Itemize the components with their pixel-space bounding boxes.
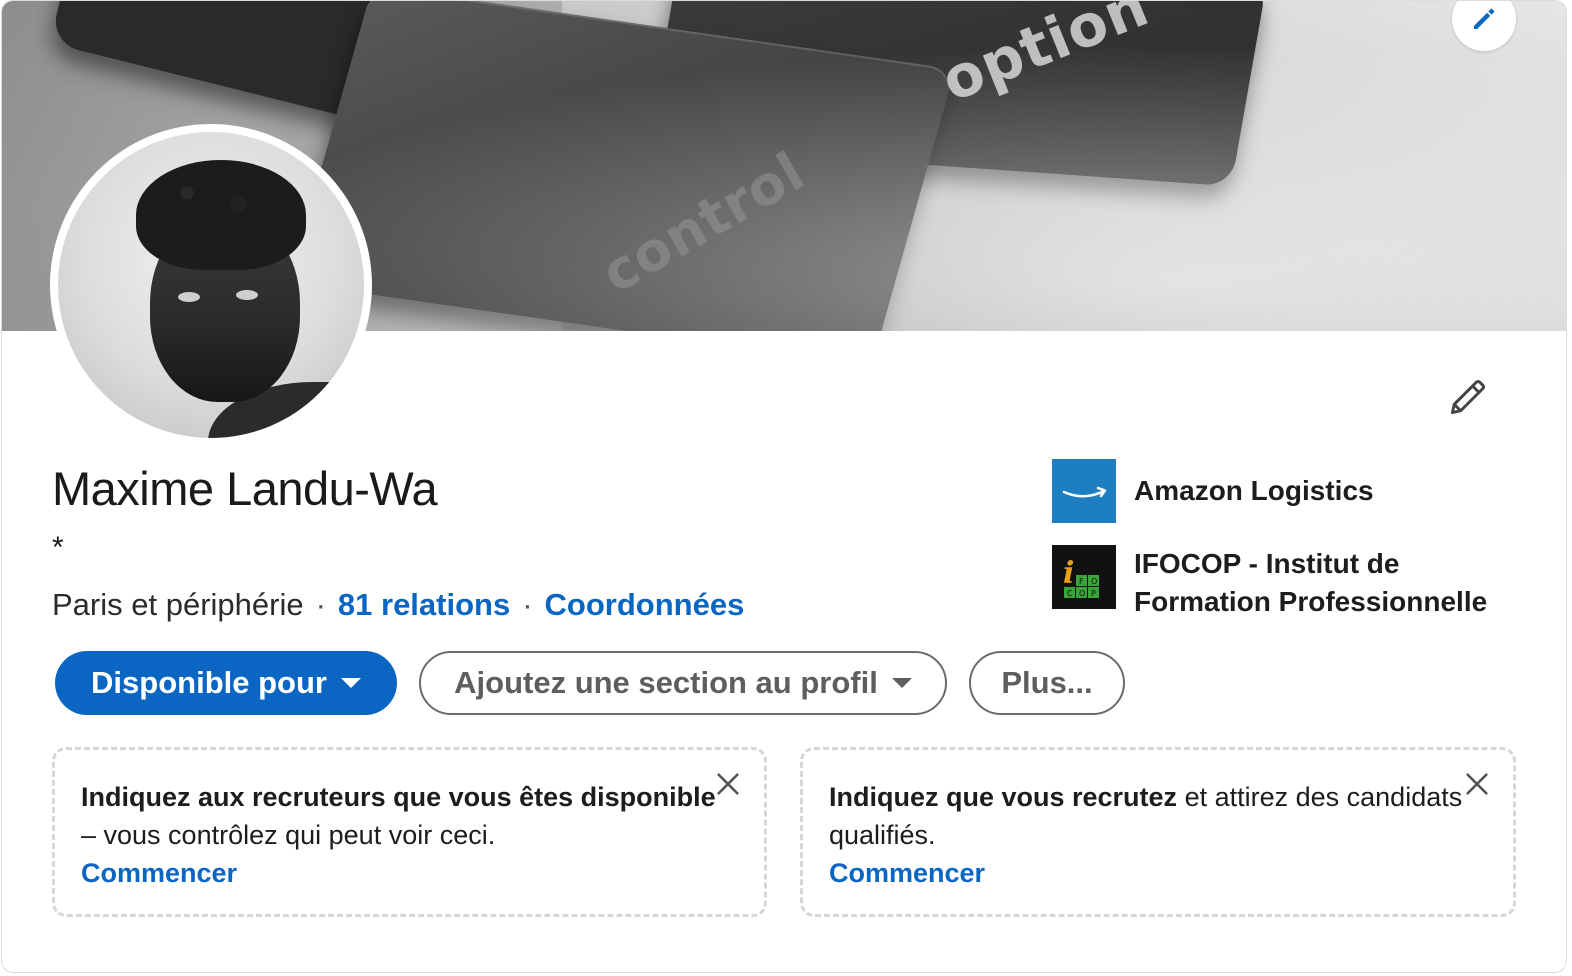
separator-dot: · (522, 587, 533, 622)
profile-card: control option Maxime Landu-Wa * Paris e… (1, 0, 1567, 973)
add-profile-section-button[interactable]: Ajoutez une section au profil (419, 651, 947, 715)
prompt-text: – vous contrôlez qui peut voir ceci. (81, 820, 496, 850)
avatar-photo (58, 132, 364, 438)
open-to-label: Disponible pour (91, 665, 327, 700)
svg-text:i: i (1063, 556, 1074, 591)
dismiss-prompt-button[interactable] (710, 766, 746, 802)
experience-school-name: IFOCOP - Institut de Formation Professio… (1134, 548, 1488, 617)
get-started-link[interactable]: Commencer (829, 854, 1487, 892)
open-to-button[interactable]: Disponible pour (55, 651, 397, 715)
prompt-bold-text: Indiquez aux recruteurs que vous êtes di… (81, 782, 716, 812)
avatar-eye-left (178, 292, 200, 302)
profile-name: Maxime Landu-Wa (52, 462, 438, 515)
contact-info-link[interactable]: Coordonnées (545, 587, 745, 622)
separator-dot: · (315, 587, 326, 622)
dismiss-prompt-button[interactable] (1459, 766, 1495, 802)
edit-icon (1450, 379, 1486, 415)
ifocop-logo: i F O C O P (1052, 545, 1116, 609)
caret-down-icon (891, 678, 912, 688)
profile-location-line: Paris et périphérie · 81 relations · Coordon… (52, 587, 744, 623)
get-started-link[interactable]: Commencer (81, 854, 738, 892)
add-profile-section-label: Ajoutez une section au profil (454, 665, 878, 700)
profile-headline: * (52, 531, 64, 564)
svg-text:C: C (1067, 589, 1073, 598)
experience-list: Amazon Logistics i F O C O P IFOCOP - In… (1052, 459, 1532, 643)
amazon-logo (1052, 459, 1116, 523)
experience-company-name: Amazon Logistics (1134, 475, 1374, 506)
open-to-work-prompt: Indiquez aux recruteurs que vous êtes di… (52, 747, 767, 917)
profile-location: Paris et périphérie (52, 587, 304, 622)
close-icon (717, 773, 739, 795)
avatar[interactable] (50, 124, 372, 446)
prompt-bold-text: Indiquez que vous recrutez (829, 782, 1178, 812)
more-label: Plus... (1001, 665, 1093, 700)
avatar-hair (136, 160, 306, 270)
svg-text:O: O (1079, 589, 1085, 598)
close-icon (1466, 773, 1488, 795)
svg-text:P: P (1091, 589, 1096, 598)
svg-text:O: O (1091, 577, 1097, 586)
connections-link[interactable]: 81 relations (338, 587, 510, 622)
pencil-icon (1474, 8, 1495, 29)
caret-down-icon (340, 678, 361, 688)
avatar-eye-right (236, 290, 258, 300)
edit-intro-button[interactable] (1442, 371, 1494, 423)
experience-item-amazon[interactable]: Amazon Logistics (1052, 459, 1532, 523)
experience-item-ifocop[interactable]: i F O C O P IFOCOP - Institut de Formati… (1052, 545, 1532, 621)
more-button[interactable]: Plus... (969, 651, 1125, 715)
hiring-prompt: Indiquez que vous recrutez et attirez de… (800, 747, 1516, 917)
profile-actions: Disponible pour Ajoutez une section au p… (55, 651, 1125, 715)
svg-text:F: F (1079, 577, 1084, 586)
